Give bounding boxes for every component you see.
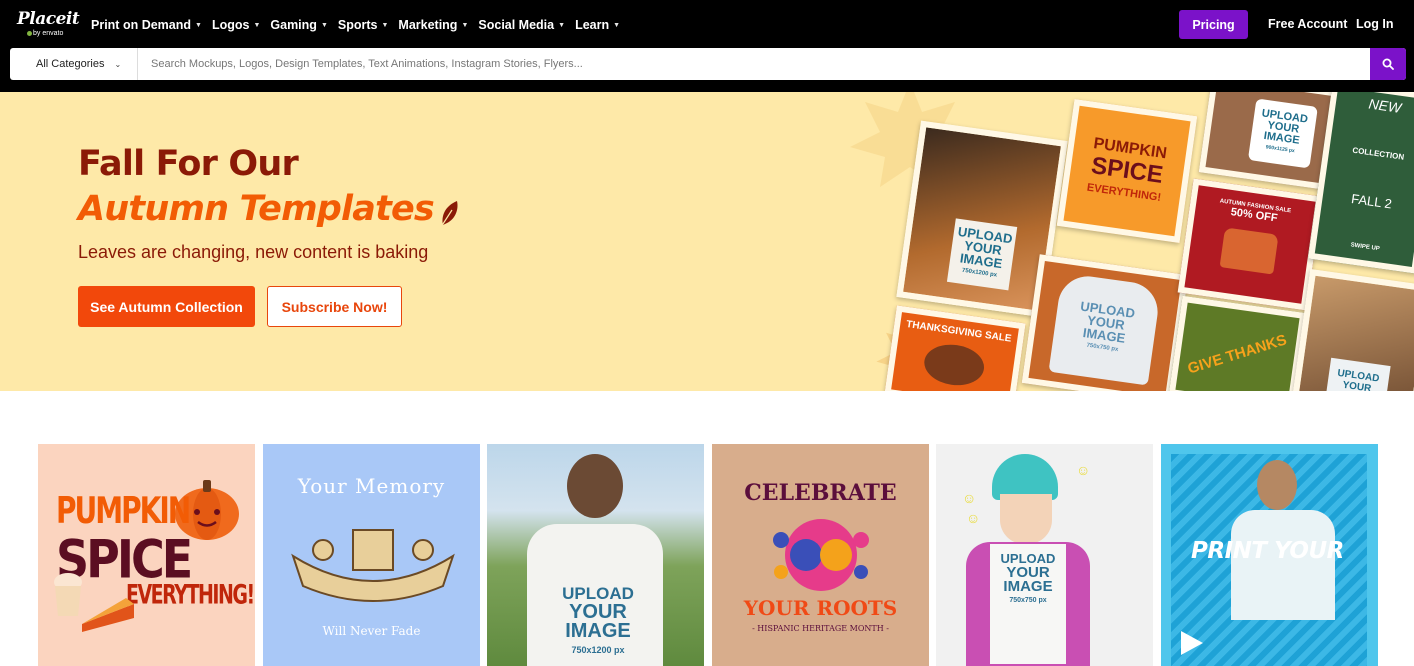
chevron-down-icon: ▼ (320, 21, 328, 29)
hero-subtitle: Leaves are changing, new content is baki… (78, 242, 429, 262)
chevron-down-icon: ▼ (461, 21, 469, 29)
subscribe-now-button[interactable]: Subscribe Now! (267, 286, 402, 327)
pricing-button[interactable]: Pricing (1179, 10, 1248, 39)
crown-illustration-icon (291, 529, 455, 602)
template-tile-celebrate-roots[interactable]: CELEBRATE YOUR ROOTS - HISPANIC HERITAGE… (712, 444, 929, 666)
top-navigation: Placeit by envato Print on Demand ▼ Logos… (0, 0, 1414, 92)
nav-label: Marketing (398, 18, 458, 32)
collection-text: COLLECTION (1351, 145, 1405, 162)
template-tile-print-your-video[interactable]: PRINT YOUR (1161, 444, 1378, 666)
thanksgiving-text: THANKSGIVING SALE (905, 318, 1013, 345)
hoodie-shape: UPLOAD YOUR IMAGE 750x750 px (1048, 272, 1162, 386)
nav-label: Logos (211, 18, 250, 32)
leaf-icon (440, 201, 458, 228)
placeit-logo[interactable]: Placeit by envato (17, 9, 80, 38)
template-tile-pumpkin-spice[interactable]: PUMPKIN SPICE EVERYTHING! (38, 444, 255, 666)
upload-placeholder: UPLOAD YOUR IMAGE 750x1200 px (946, 218, 1018, 291)
nav-social-media[interactable]: Social Media ▼ (478, 16, 565, 34)
nav-label: Print on Demand (91, 18, 192, 32)
tile-subtitle: EVERYTHING! (126, 579, 255, 611)
chevron-down-icon: ▼ (253, 21, 261, 29)
new-text: NEW (1367, 95, 1403, 116)
category-select-label: All Categories (36, 58, 105, 70)
tile-subtitle: Will Never Fade (322, 624, 421, 638)
chevron-down-icon: ⌄ (114, 59, 122, 69)
tile-title: Your Memory (297, 474, 446, 498)
nav-label: Gaming (270, 18, 317, 32)
chevron-down-icon: ▼ (558, 21, 566, 29)
upload-text: IMAGE (565, 620, 631, 642)
upload-text: IMAGE (1003, 578, 1053, 595)
template-card-man-sweater[interactable]: UPLOAD YOUR (1290, 268, 1414, 391)
nav-label: Social Media (478, 18, 555, 32)
tile-subtitle: YOUR ROOTS (743, 596, 898, 620)
model-shirt (1231, 510, 1335, 620)
sweater-shape: UPLOAD YOUR (1325, 357, 1391, 391)
smiley-icon: ☺ (962, 490, 977, 506)
food-plate (921, 340, 987, 389)
free-account-link[interactable]: Free Account (1268, 17, 1347, 31)
logo-wordmark: Placeit (17, 9, 80, 29)
search-button[interactable] (1370, 48, 1406, 80)
template-card-thanksgiving[interactable]: THANKSGIVING SALE (884, 305, 1026, 391)
nav-label: Sports (337, 18, 378, 32)
tile-title: CELEBRATE (744, 480, 897, 506)
hero-title-line2: Autumn Templates (78, 189, 435, 229)
upload-size-text: 750x750 px (1009, 597, 1047, 604)
template-card-hoodie[interactable]: UPLOAD YOUR IMAGE 750x750 px (1021, 254, 1189, 391)
model-head (1257, 460, 1297, 510)
logo-subline: by envato (27, 29, 79, 38)
template-card-pumpkin-spice[interactable]: PUMPKIN SPICE EVERYTHING! (1056, 98, 1198, 244)
chevron-down-icon: ▼ (381, 21, 389, 29)
nav-print-on-demand[interactable]: Print on Demand ▼ (91, 16, 202, 34)
tshirt-upload-area: UPLOAD YOUR IMAGE 750x1200 px (553, 584, 643, 660)
autumn-hero-banner: Fall For Our Autumn Templates Leaves are… (0, 92, 1414, 391)
tile-title: PRINT YOUR (1191, 538, 1344, 564)
chevron-down-icon: ▼ (195, 21, 202, 29)
template-tile-tshirt-model[interactable]: UPLOAD YOUR IMAGE 750x1200 px (487, 444, 704, 666)
handbag-shape (1219, 227, 1279, 275)
tile-caption: - HISPANIC HERITAGE MONTH - (752, 624, 889, 633)
nav-label: Learn (575, 18, 610, 32)
smiley-icon: ☺ (1076, 462, 1091, 478)
template-card-give-thanks[interactable]: GIVE THANKS (1168, 295, 1307, 391)
hoodie-upload-area: UPLOAD YOUR IMAGE 750x750 px (990, 552, 1066, 608)
tile-title: PUMPKIN (56, 489, 191, 532)
nav-gaming[interactable]: Gaming ▼ (270, 16, 327, 34)
nav-sports[interactable]: Sports ▼ (338, 16, 389, 34)
upload-size-text: 750x1200 px (571, 645, 625, 655)
fall-text: FALL 2 (1350, 191, 1393, 212)
folk-art-illustration-icon (773, 519, 869, 591)
play-icon (1181, 631, 1203, 655)
nav-marketing[interactable]: Marketing ▼ (398, 16, 468, 34)
swipe-up-text: SWIPE UP (1350, 242, 1381, 253)
template-tile-your-memory[interactable]: Your Memory Will Never Fade (263, 444, 480, 666)
nav-learn[interactable]: Learn ▼ (575, 16, 620, 34)
category-select[interactable]: All Categories ⌄ (10, 48, 138, 80)
main-menu: Print on Demand ▼ Logos ▼ Gaming ▼ Sports ▼ … (91, 16, 630, 34)
template-tile-hoodie-girl[interactable]: UPLOAD YOUR IMAGE 750x750 px ☺ ☺ ☺ (936, 444, 1153, 666)
envato-dot-icon (27, 30, 32, 36)
logo-sub-text: by envato (33, 30, 64, 37)
login-link[interactable]: Log In (1356, 17, 1394, 31)
face-shape (1000, 494, 1052, 544)
hero-title-line1: Fall For Our (78, 144, 299, 184)
search-bar: All Categories ⌄ (10, 48, 1406, 80)
search-input[interactable] (148, 48, 1378, 80)
pie-slice-icon (82, 598, 134, 632)
latte-cup-icon (54, 573, 82, 616)
template-card-fashion-sale[interactable]: AUTUMN FASHION SALE 50% OFF (1177, 178, 1323, 311)
chevron-down-icon: ▼ (613, 21, 621, 29)
nav-logos[interactable]: Logos ▼ (212, 16, 260, 34)
search-icon (1382, 58, 1394, 70)
template-collage: UPLOAD YOUR IMAGE 750x1200 px THANKSGIVI… (850, 92, 1414, 391)
mug-shape: UPLOAD YOUR IMAGE 900x1125 px (1247, 98, 1318, 169)
model-head (567, 454, 623, 518)
smiley-icon: ☺ (966, 510, 981, 526)
give-thanks-text: GIVE THANKS (1185, 330, 1289, 378)
see-autumn-collection-button[interactable]: See Autumn Collection (78, 286, 255, 327)
play-button[interactable] (1171, 622, 1211, 662)
